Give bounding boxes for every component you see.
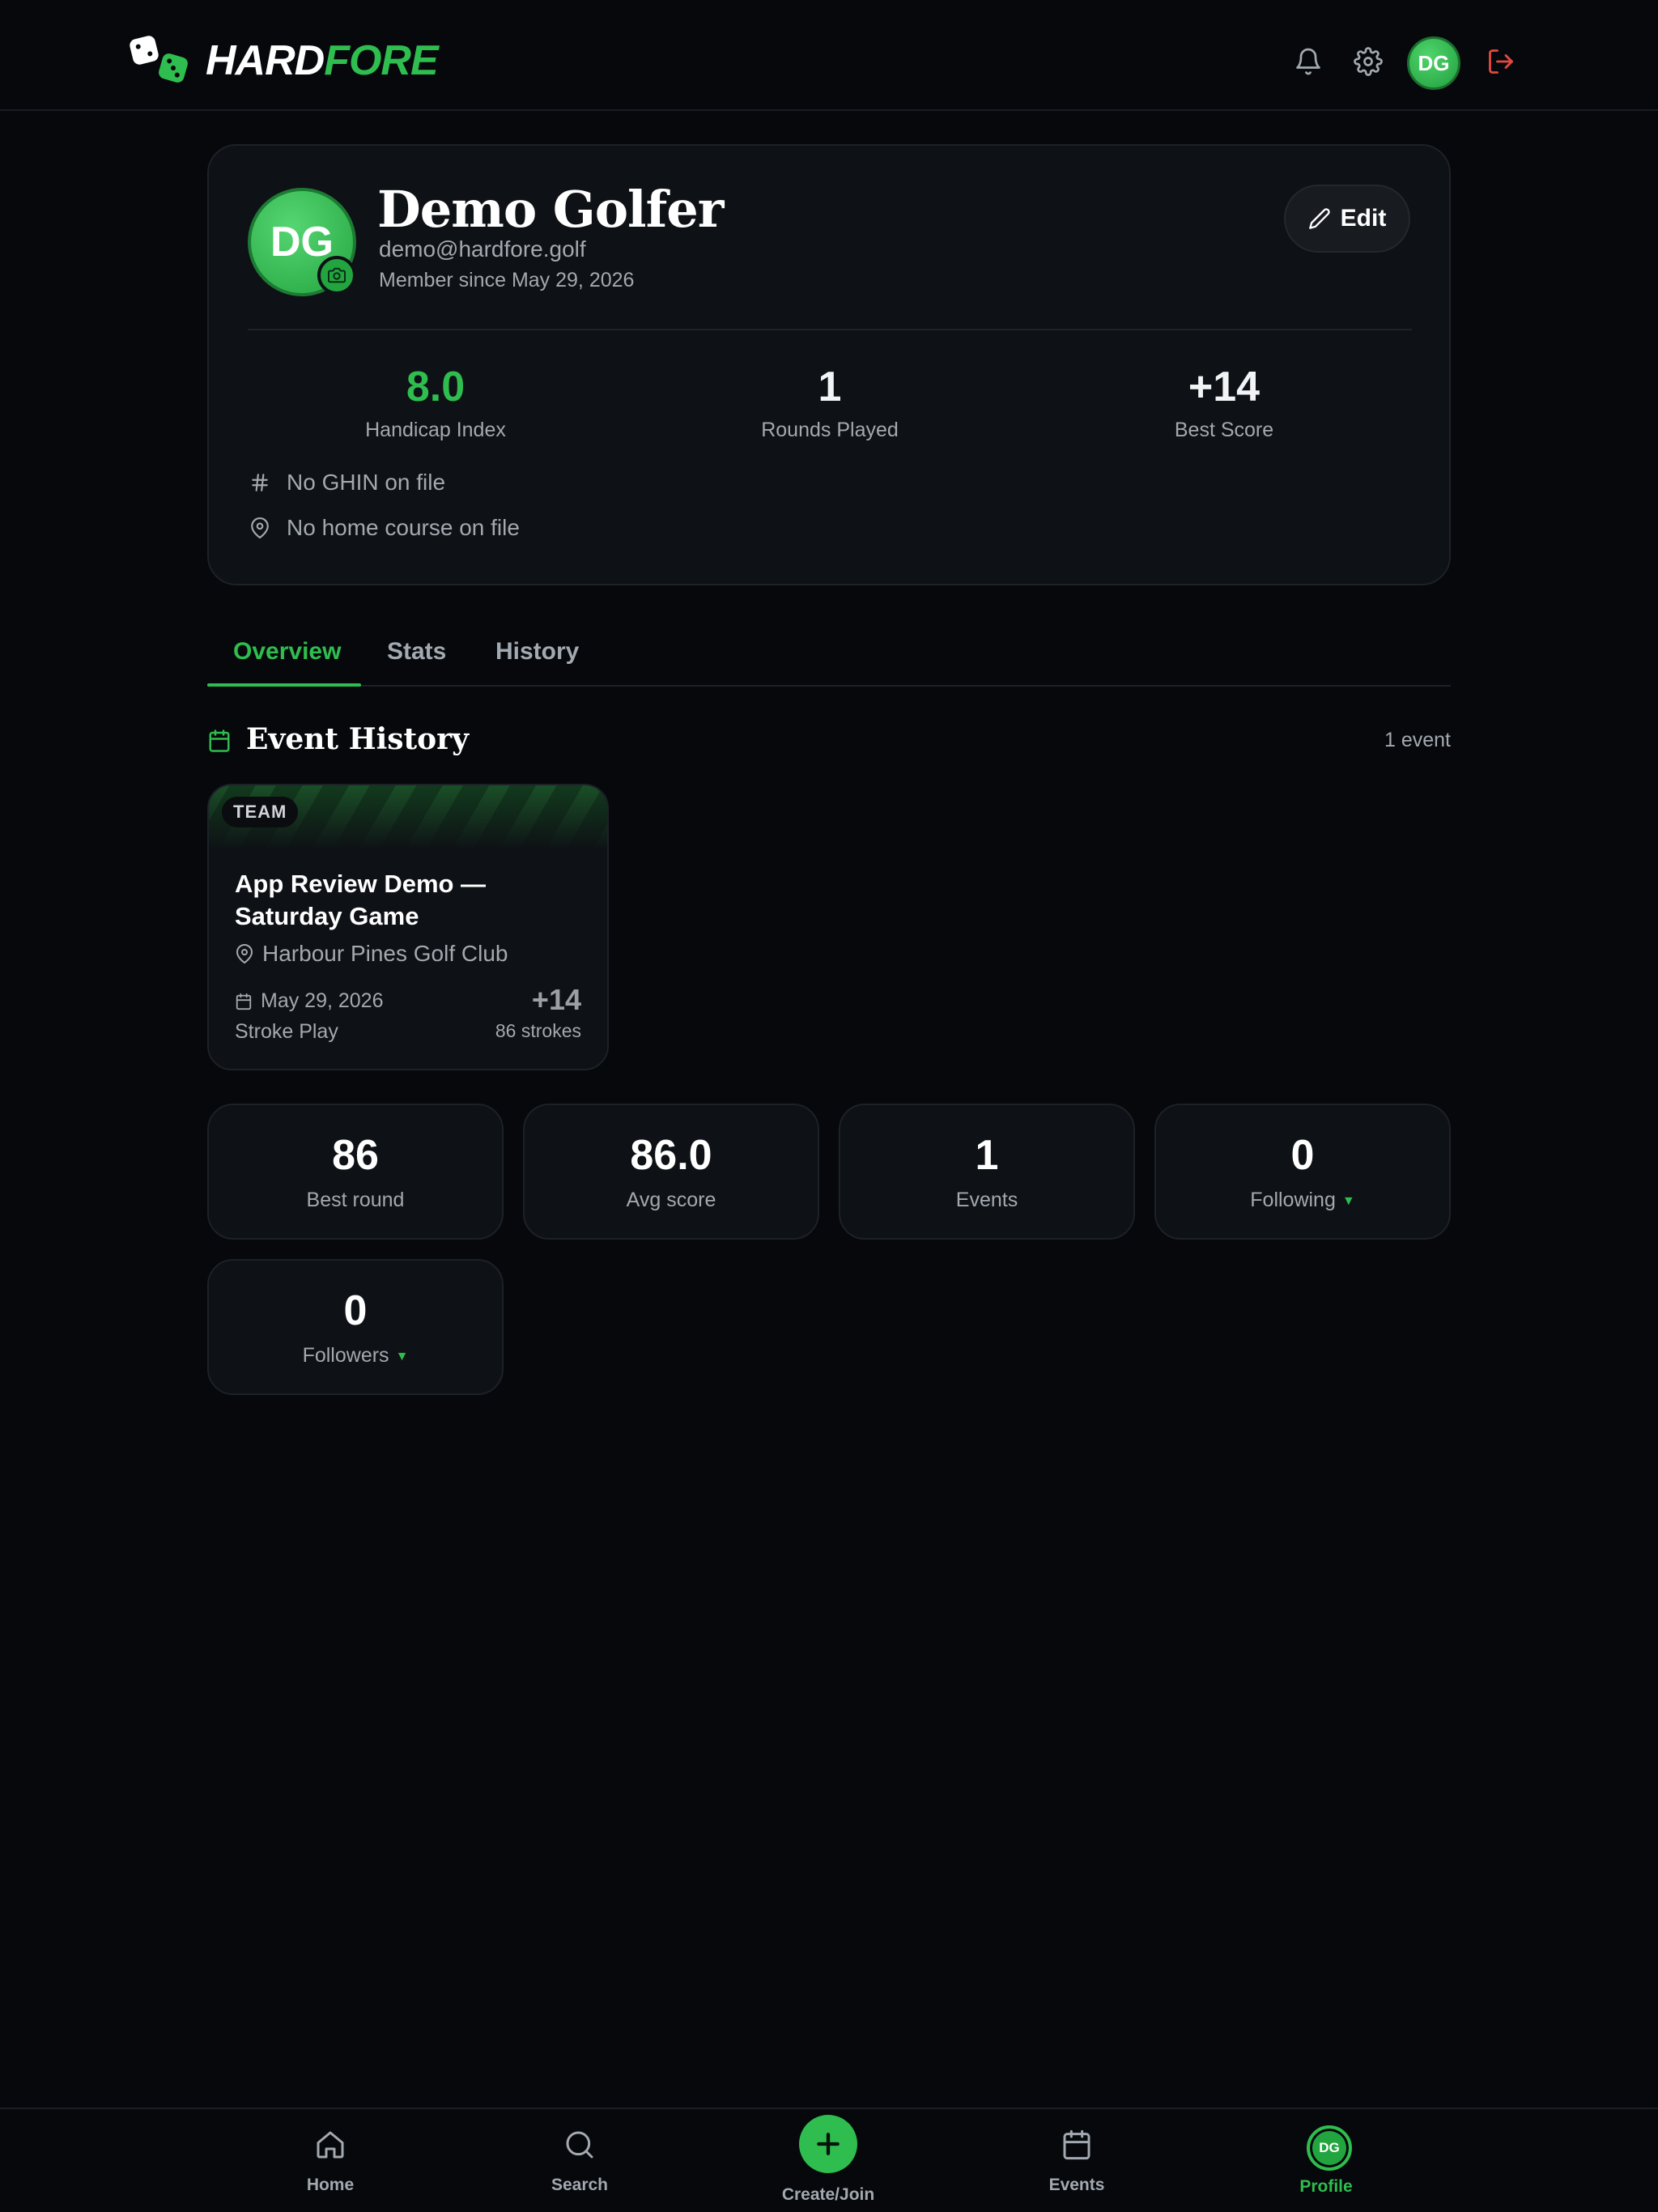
following-tile[interactable]: 0 Following ▼	[1154, 1104, 1451, 1240]
handicap-value: 8.0	[406, 364, 466, 410]
search-icon	[566, 2131, 593, 2159]
profile-name: Demo Golfer	[377, 180, 724, 239]
best-score-stat: +14 Best Score	[1054, 364, 1394, 442]
map-pin-icon	[236, 944, 253, 963]
profile-card: DG Demo Golfer demo@hardfore.golf Member…	[207, 144, 1451, 585]
tab-stats[interactable]: Stats	[387, 638, 446, 666]
edit-profile-button[interactable]: Edit	[1284, 185, 1410, 253]
nav-search-label: Search	[551, 2176, 609, 2194]
tab-history[interactable]: History	[495, 638, 579, 666]
home-course-row: No home course on file	[249, 515, 520, 541]
event-format: Stroke Play	[235, 1020, 338, 1043]
followers-label: Followers ▼	[302, 1344, 409, 1368]
avatar: DG	[1307, 2125, 1352, 2171]
plus-icon	[817, 2133, 840, 2155]
best-round-tile: 86 Best round	[207, 1104, 504, 1240]
nav-events-label: Events	[1048, 2176, 1105, 2194]
rounds-label: Rounds Played	[761, 419, 899, 442]
event-count: 1 event	[1384, 729, 1451, 751]
followers-value: 0	[343, 1287, 368, 1334]
top-header: HARDFORE DG	[0, 0, 1658, 111]
rounds-value: 1	[818, 364, 842, 410]
change-photo-button[interactable]	[317, 256, 356, 295]
pencil-icon	[1308, 208, 1330, 229]
avg-score-value: 86.0	[630, 1132, 712, 1179]
member-since: Member since May 29, 2026	[379, 269, 635, 291]
active-tab-indicator	[207, 683, 361, 687]
edit-label: Edit	[1340, 205, 1387, 232]
nav-create-join-label: Create/Join	[781, 2185, 875, 2204]
events-tile: 1 Events	[839, 1104, 1135, 1240]
camera-icon	[328, 267, 346, 283]
best-round-value: 86	[332, 1132, 379, 1179]
event-date-text: May 29, 2026	[261, 989, 384, 1012]
bell-icon[interactable]	[1294, 47, 1323, 76]
gear-icon[interactable]	[1354, 47, 1383, 76]
home-course-text: No home course on file	[287, 515, 520, 540]
avg-score-label: Avg score	[626, 1189, 716, 1212]
event-course: Harbour Pines Golf Club	[235, 941, 508, 967]
event-card[interactable]: TEAM App Review Demo — Saturday Game Har…	[207, 784, 609, 1070]
section-title: Event History	[246, 722, 470, 756]
ghin-row: No GHIN on file	[249, 470, 445, 496]
event-course-name: Harbour Pines Golf Club	[262, 941, 508, 966]
following-label: Following ▼	[1250, 1189, 1355, 1212]
calendar-icon	[236, 993, 252, 1010]
event-strokes: 86 strokes	[495, 1020, 581, 1041]
divider	[248, 329, 1412, 330]
calendar-icon	[1063, 2129, 1090, 2160]
create-join-button[interactable]	[799, 2115, 857, 2173]
logout-icon[interactable]	[1486, 47, 1516, 76]
nav-home[interactable]: Home	[249, 2109, 411, 2212]
nav-profile[interactable]: DG Profile	[1245, 2109, 1407, 2212]
ghin-text: No GHIN on file	[287, 470, 446, 495]
caret-down-icon: ▼	[1341, 1193, 1355, 1208]
rounds-stat: 1 Rounds Played	[660, 364, 1000, 442]
caret-down-icon: ▼	[395, 1349, 409, 1363]
profile-email: demo@hardfore.golf	[379, 236, 586, 262]
handicap-label: Handicap Index	[365, 419, 506, 442]
best-round-label: Best round	[306, 1189, 405, 1212]
handicap-stat: 8.0 Handicap Index	[266, 364, 606, 442]
home-icon	[317, 2131, 344, 2159]
nav-search[interactable]: Search	[499, 2109, 661, 2212]
dice-icon	[128, 34, 189, 84]
events-value: 1	[975, 1132, 999, 1179]
event-score: +14	[531, 983, 581, 1016]
nav-home-label: Home	[306, 2176, 355, 2194]
logo-wordmark: HARDFORE	[206, 37, 439, 84]
nav-profile-label: Profile	[1299, 2177, 1353, 2196]
avg-score-tile: 86.0 Avg score	[523, 1104, 819, 1240]
app-logo[interactable]: HARDFORE	[128, 34, 439, 84]
header-avatar[interactable]: DG	[1407, 36, 1460, 90]
nav-events[interactable]: Events	[996, 2109, 1158, 2212]
team-badge: TEAM	[222, 797, 299, 827]
best-score-label: Best Score	[1174, 419, 1274, 442]
hash-icon	[252, 474, 268, 491]
event-title: App Review Demo — Saturday Game	[235, 870, 487, 930]
followers-tile[interactable]: 0 Followers ▼	[207, 1259, 504, 1395]
profile-tabs: Overview Stats History	[207, 623, 1451, 687]
map-pin-icon	[251, 517, 269, 538]
following-value: 0	[1290, 1132, 1315, 1179]
calendar-icon	[209, 730, 230, 752]
events-label: Events	[955, 1189, 1018, 1212]
best-score-value: +14	[1188, 364, 1261, 410]
tab-overview[interactable]: Overview	[233, 638, 341, 666]
event-date: May 29, 2026	[235, 989, 384, 1013]
